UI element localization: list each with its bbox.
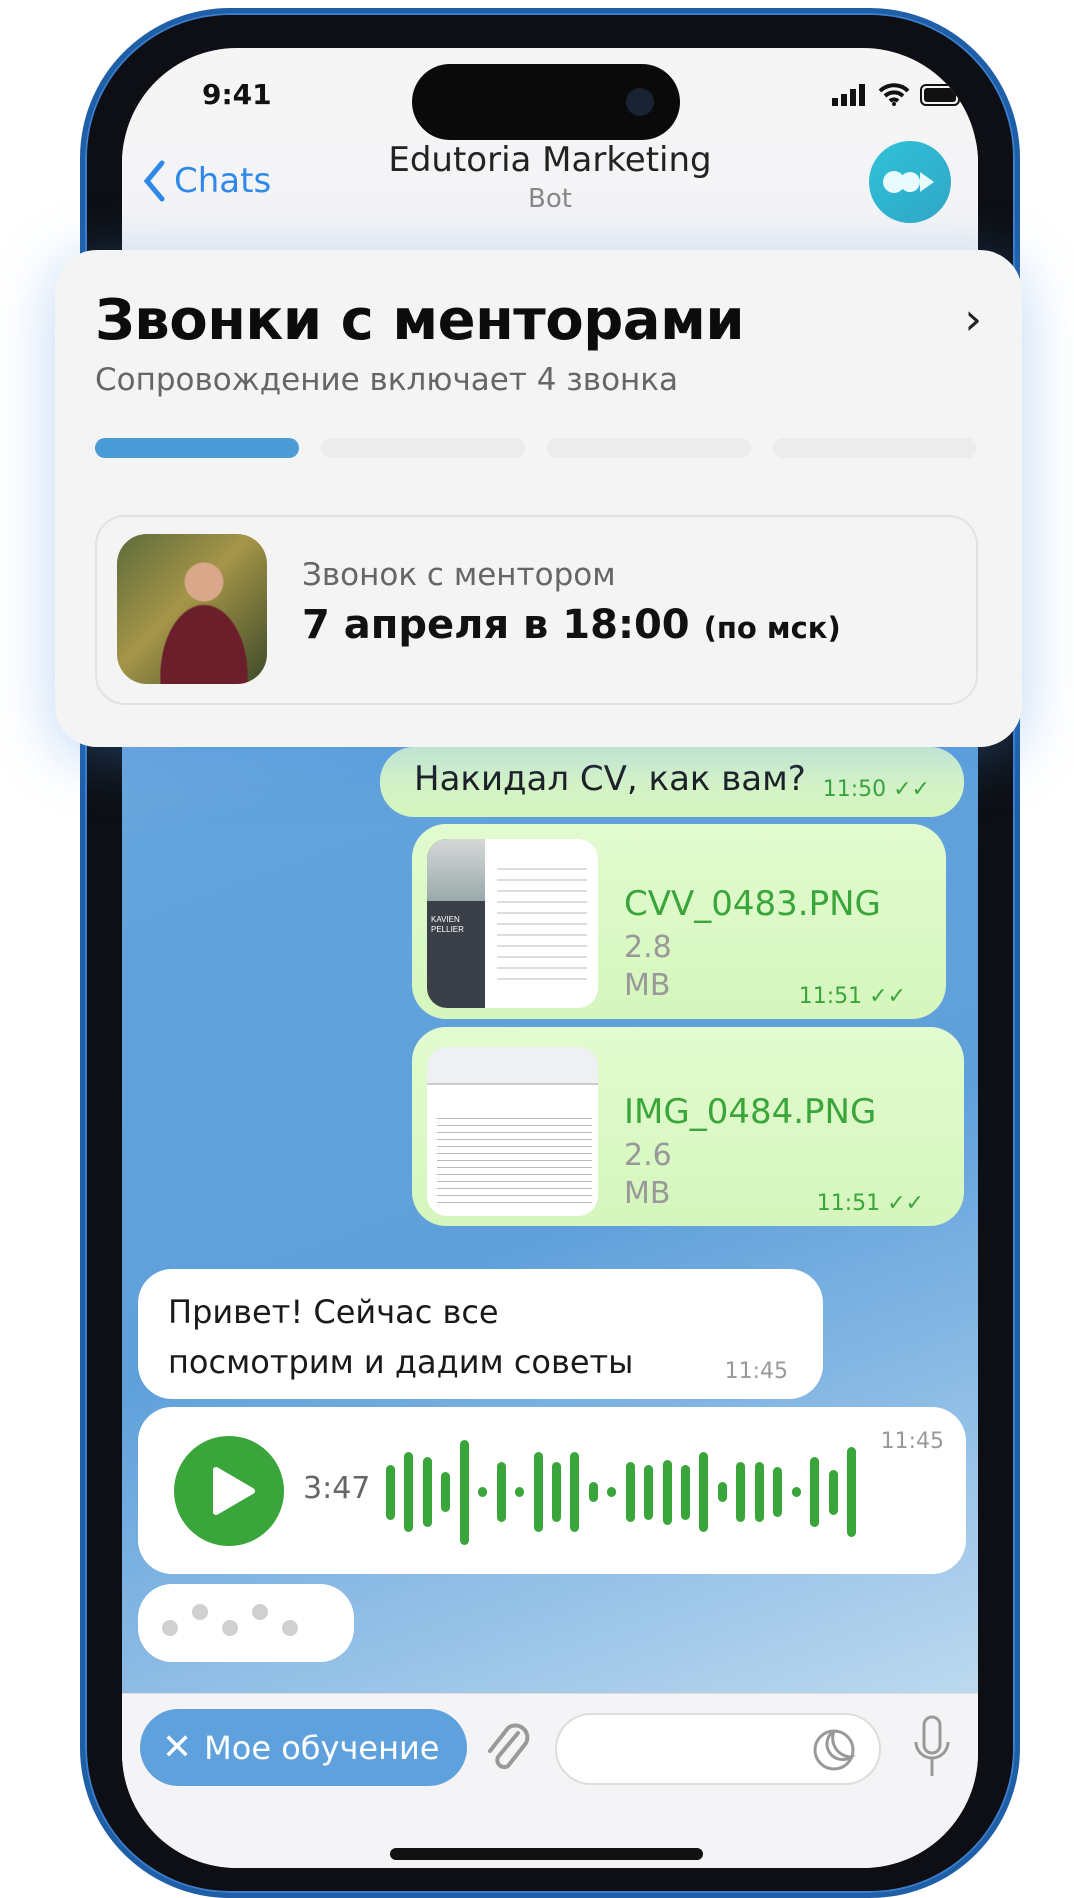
waveform-bar <box>386 1464 395 1520</box>
status-icons <box>832 82 964 106</box>
message-text: Привет! Сейчас все посмотрим и дадим сове… <box>168 1287 633 1387</box>
size-unit: MB <box>624 1176 671 1211</box>
card-title: Звонки с менторами <box>95 288 745 353</box>
waveform[interactable] <box>386 1437 856 1547</box>
waveform-bar <box>607 1487 617 1497</box>
waveform-bar <box>846 1447 856 1537</box>
size-num: 2.8 <box>624 930 672 965</box>
dynamic-island <box>412 64 680 140</box>
waveform-bar <box>662 1459 672 1525</box>
waveform-bar <box>533 1452 543 1532</box>
progress-segment <box>773 438 977 458</box>
waveform-bar <box>681 1464 690 1520</box>
file-name: CVV_0483.PNG <box>624 884 881 924</box>
signal-icon <box>832 84 865 106</box>
time-label: 11:51 <box>798 984 863 1009</box>
file-name: IMG_0484.PNG <box>624 1092 877 1132</box>
waveform-bar <box>404 1452 414 1532</box>
time-label: 11:51 <box>816 1191 881 1216</box>
attach-icon[interactable] <box>484 1719 534 1779</box>
message-time: 11:51 ✓✓ <box>816 1191 924 1216</box>
text-line: посмотрим и дадим советы <box>168 1343 634 1381</box>
call-date: 7 апреля в 18:00 (по мск) <box>302 602 841 648</box>
thumbnail-resume-name: KAVIEN PELLIER <box>431 915 464 934</box>
message-time: 11:51 ✓✓ <box>798 984 906 1009</box>
double-check-icon: ✓✓ <box>893 777 930 802</box>
time-label: 11:50 <box>822 777 887 802</box>
chat-subtitle: Bot <box>528 184 572 214</box>
waveform-bar <box>828 1469 838 1515</box>
message-text: Накидал CV, как вам? <box>414 759 806 799</box>
file-thumbnail[interactable] <box>427 1047 598 1216</box>
waveform-bar <box>699 1452 709 1532</box>
menu-button[interactable]: ✕ Мое обучение <box>140 1709 467 1786</box>
play-icon <box>213 1467 255 1515</box>
waveform-bar <box>754 1462 764 1522</box>
waveform-bar <box>717 1482 727 1502</box>
message-time: 11:45 <box>880 1429 944 1454</box>
progress-segment <box>95 438 299 458</box>
chevron-right-icon[interactable]: › <box>964 294 982 345</box>
message-incoming: Привет! Сейчас все посмотрим и дадим сове… <box>138 1269 823 1399</box>
chat-title: Edutoria Marketing <box>388 140 712 180</box>
voice-duration: 3:47 <box>303 1471 371 1506</box>
typing-dots-icon <box>162 1604 298 1636</box>
file-message[interactable]: KAVIEN PELLIER CVV_0483.PNG 2.8 MB 11:51 … <box>412 824 946 1019</box>
message-input[interactable] <box>555 1713 881 1785</box>
waveform-bar <box>644 1464 654 1520</box>
call-label: Звонок с ментором <box>302 557 616 593</box>
microphone-icon[interactable] <box>912 1714 952 1780</box>
text-line: Привет! Сейчас все <box>168 1293 499 1331</box>
battery-icon <box>920 84 963 106</box>
wifi-icon <box>878 83 910 106</box>
size-num: 2.6 <box>624 1138 672 1173</box>
message-outgoing: Накидал CV, как вам? 11:50 ✓✓ <box>380 747 964 817</box>
waveform-bar <box>588 1482 598 1502</box>
waveform-bar <box>551 1462 561 1522</box>
waveform-bar <box>459 1439 469 1545</box>
mentor-calls-card[interactable]: Звонки с менторами › Сопровождение включ… <box>55 250 1022 747</box>
waveform-bar <box>570 1452 580 1532</box>
file-size: 2.6 MB <box>624 1137 672 1213</box>
home-indicator[interactable] <box>390 1848 703 1860</box>
waveform-bar <box>515 1487 525 1497</box>
waveform-bar <box>810 1457 820 1527</box>
mentor-photo <box>117 534 267 684</box>
waveform-bar <box>736 1462 746 1522</box>
menu-label: Мое обучение <box>204 1728 440 1767</box>
voice-message: 3:47 11:45 <box>138 1407 966 1574</box>
date-text: 7 апреля в 18:00 <box>302 602 690 648</box>
waveform-bar <box>478 1487 488 1497</box>
bot-avatar[interactable] <box>869 141 951 223</box>
message-time: 11:50 ✓✓ <box>823 777 930 802</box>
play-button[interactable] <box>174 1436 284 1546</box>
timezone-text: (по мск) <box>703 611 841 645</box>
typing-indicator <box>138 1584 354 1662</box>
file-size: 2.8 MB <box>624 929 672 1005</box>
waveform-bar <box>791 1487 801 1497</box>
file-message[interactable]: IMG_0484.PNG 2.6 MB 11:51 ✓✓ <box>412 1027 964 1226</box>
sticker-icon[interactable] <box>811 1727 857 1773</box>
waveform-bar <box>441 1472 451 1512</box>
progress-segment <box>321 438 525 458</box>
input-bar: ✕ Мое обучение <box>122 1693 978 1868</box>
message-time: 11:45 <box>724 1359 788 1384</box>
status-time: 9:41 <box>202 78 272 111</box>
edutoria-logo-icon <box>883 171 934 193</box>
waveform-bar <box>496 1462 506 1522</box>
file-thumbnail[interactable]: KAVIEN PELLIER <box>427 839 598 1008</box>
progress-segment <box>547 438 751 458</box>
size-unit: MB <box>624 968 671 1003</box>
call-item[interactable]: Звонок с ментором 7 апреля в 18:00 (по м… <box>95 515 978 705</box>
close-icon: ✕ <box>162 1727 193 1768</box>
card-subtitle: Сопровождение включает 4 звонка <box>95 362 679 398</box>
waveform-bar <box>422 1457 432 1527</box>
waveform-bar <box>625 1462 635 1522</box>
waveform-bar <box>773 1467 783 1517</box>
